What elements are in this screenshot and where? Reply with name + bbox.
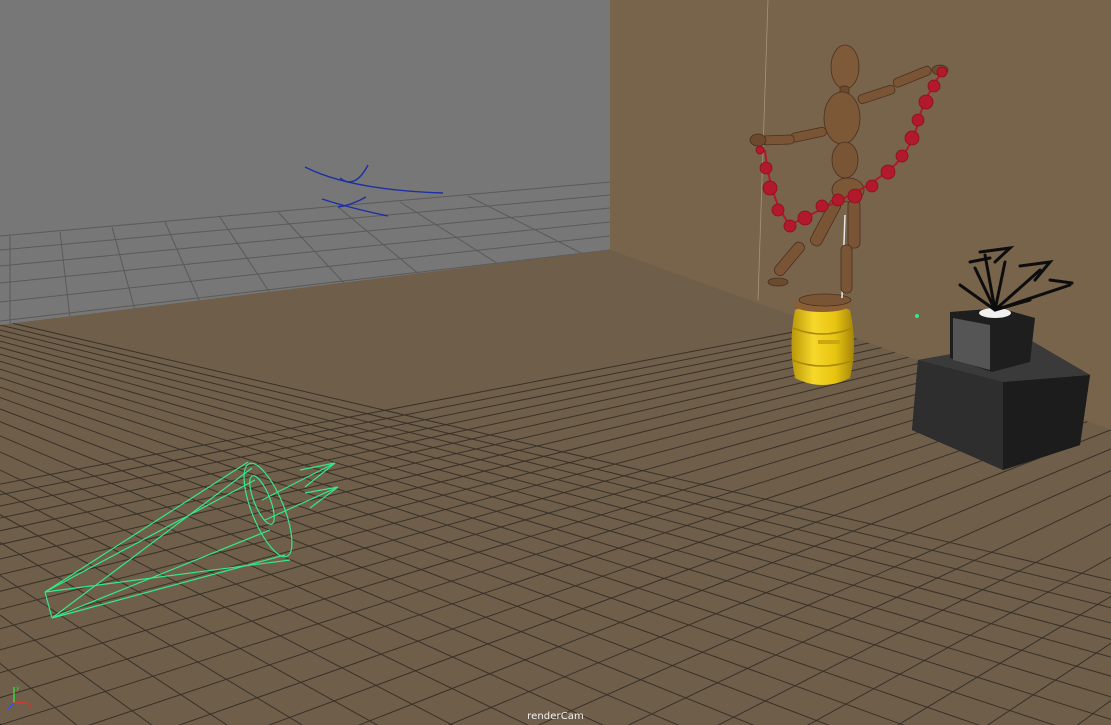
scene-canvas[interactable] bbox=[0, 0, 1111, 725]
3d-viewport[interactable]: y x renderCam bbox=[0, 0, 1111, 725]
light-marker[interactable] bbox=[915, 314, 919, 318]
z-axis-icon bbox=[7, 702, 15, 710]
camera-name-label: renderCam bbox=[527, 711, 584, 722]
svg-text:y: y bbox=[16, 685, 20, 692]
svg-text:x: x bbox=[28, 702, 32, 709]
yellow-barrel[interactable] bbox=[791, 298, 855, 385]
axis-gizmo: y x bbox=[7, 685, 32, 710]
